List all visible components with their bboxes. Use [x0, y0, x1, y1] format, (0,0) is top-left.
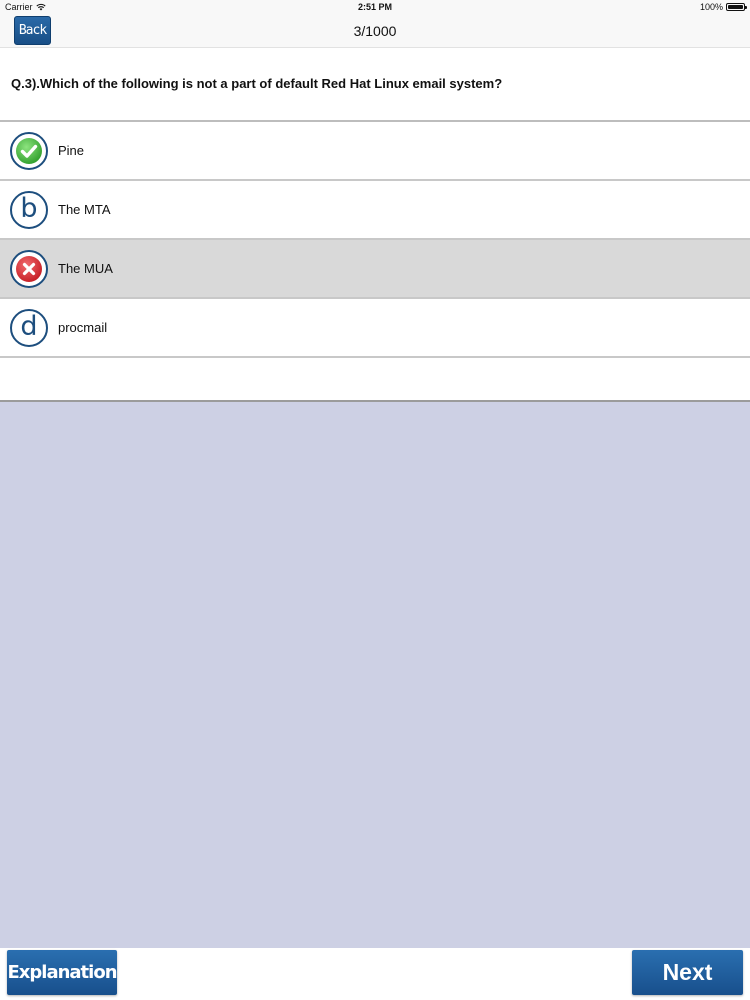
option-b-badge: b [10, 191, 48, 229]
explanation-area [0, 402, 750, 948]
letter-d-icon: d [20, 311, 38, 342]
letter-b-icon: b [20, 193, 38, 224]
nav-bar: Back 3/1000 [0, 14, 750, 48]
status-time: 2:51 PM [357, 2, 392, 12]
check-icon [16, 138, 42, 164]
next-button[interactable]: Next [632, 950, 743, 995]
battery-percent: 100% [699, 2, 723, 12]
empty-row [0, 359, 750, 402]
option-d-text: procmail [58, 320, 108, 335]
bottom-toolbar: Explanation Next [0, 948, 750, 1000]
battery-icon [726, 3, 747, 11]
option-c-badge [10, 250, 48, 288]
x-icon [16, 256, 42, 282]
option-d-badge: d [10, 309, 48, 347]
question-counter: 3/1000 [353, 23, 397, 39]
option-a-badge [10, 132, 48, 170]
option-b[interactable]: b The MTA [0, 181, 750, 240]
status-bar: Carrier 2:51 PM 100% [0, 0, 750, 14]
status-right: 100% [699, 2, 747, 12]
option-c[interactable]: The MUA [0, 240, 750, 299]
answer-options: Pine b The MTA The MUA d procmail [0, 122, 750, 358]
explanation-button[interactable]: Explanation [7, 950, 118, 995]
option-c-text: The MUA [58, 261, 113, 276]
question-text: Q.3).Which of the following is not a par… [11, 76, 503, 91]
option-a-text: Pine [58, 143, 85, 158]
option-b-text: The MTA [58, 202, 111, 217]
quiz-screen: Carrier 2:51 PM 100% Back 3/1000 Q.3).Wh… [0, 0, 750, 1000]
option-d[interactable]: d procmail [0, 299, 750, 358]
option-a[interactable]: Pine [0, 122, 750, 181]
